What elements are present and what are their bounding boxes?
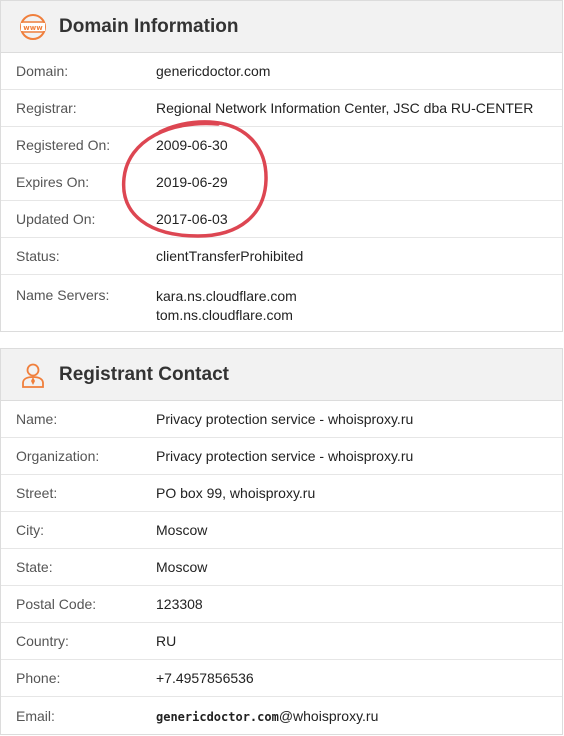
expires-on-value: 2019-06-29 bbox=[156, 174, 228, 190]
row-label: Organization: bbox=[16, 448, 100, 464]
domain-info-header: www Domain Information bbox=[1, 1, 562, 53]
row-registered-on: Registered On: 2009-06-30 bbox=[1, 127, 562, 164]
row-label: Name: bbox=[16, 411, 58, 427]
postal-code-value: 123308 bbox=[156, 596, 203, 612]
updated-on-value: 2017-06-03 bbox=[156, 211, 228, 227]
registrar-value: Regional Network Information Center, JSC… bbox=[156, 100, 534, 116]
phone-value: +7.4957856536 bbox=[156, 670, 254, 686]
row-label: Status: bbox=[16, 248, 60, 264]
www-globe-icon: www bbox=[19, 13, 47, 41]
domain-info-panel: www Domain Information Domain: genericdo… bbox=[0, 0, 563, 332]
street-value: PO box 99, whoisproxy.ru bbox=[156, 485, 316, 501]
row-status: Status: clientTransferProhibited bbox=[1, 238, 562, 275]
row-label: Country: bbox=[16, 633, 69, 649]
domain-info-rows: Domain: genericdoctor.com Registrar: Reg… bbox=[1, 53, 562, 331]
status-value: clientTransferProhibited bbox=[156, 248, 304, 264]
name-value: Privacy protection service - whoisproxy.… bbox=[156, 411, 414, 427]
row-label: Expires On: bbox=[16, 174, 90, 190]
row-country: Country: RU bbox=[1, 623, 562, 660]
row-label: Email: bbox=[16, 707, 55, 724]
row-label: Street: bbox=[16, 485, 58, 501]
person-icon bbox=[19, 361, 47, 389]
country-value: RU bbox=[156, 633, 177, 649]
row-label: City: bbox=[16, 522, 44, 538]
registrant-title: Registrant Contact bbox=[59, 363, 229, 385]
domain-value: genericdoctor.com bbox=[156, 63, 271, 79]
row-street: Street: PO box 99, whoisproxy.ru bbox=[1, 475, 562, 512]
row-label: Updated On: bbox=[16, 211, 96, 227]
name-server-item: kara.ns.cloudflare.com bbox=[156, 288, 297, 304]
row-label: Postal Code: bbox=[16, 596, 97, 612]
email-value: genericdoctor.com@whoisproxy.ru bbox=[156, 708, 378, 724]
name-servers-value: kara.ns.cloudflare.com tom.ns.cloudflare… bbox=[156, 287, 297, 325]
svg-text:www: www bbox=[23, 24, 43, 32]
row-name-servers: Name Servers: kara.ns.cloudflare.com tom… bbox=[1, 275, 562, 331]
registrant-panel: Registrant Contact Name: Privacy protect… bbox=[0, 348, 563, 735]
row-city: City: Moscow bbox=[1, 512, 562, 549]
row-registrar: Registrar: Regional Network Information … bbox=[1, 90, 562, 127]
row-updated-on: Updated On: 2017-06-03 bbox=[1, 201, 562, 238]
row-postal-code: Postal Code: 123308 bbox=[1, 586, 562, 623]
row-expires-on: Expires On: 2019-06-29 bbox=[1, 164, 562, 201]
row-email: Email: genericdoctor.com@whoisproxy.ru bbox=[1, 697, 562, 734]
row-label: Name Servers: bbox=[16, 287, 110, 303]
row-phone: Phone: +7.4957856536 bbox=[1, 660, 562, 697]
organization-value: Privacy protection service - whoisproxy.… bbox=[156, 448, 414, 464]
row-label: Domain: bbox=[16, 63, 69, 79]
email-user: genericdoctor.com bbox=[156, 709, 279, 724]
registrant-rows: Name: Privacy protection service - whois… bbox=[1, 401, 562, 734]
row-organization: Organization: Privacy protection service… bbox=[1, 438, 562, 475]
registered-on-value: 2009-06-30 bbox=[156, 137, 228, 153]
row-state: State: Moscow bbox=[1, 549, 562, 586]
row-label: Registered On: bbox=[16, 137, 111, 153]
domain-info-title: Domain Information bbox=[59, 15, 239, 37]
registrant-header: Registrant Contact bbox=[1, 349, 562, 401]
row-label: Phone: bbox=[16, 670, 61, 686]
row-label: State: bbox=[16, 559, 53, 575]
city-value: Moscow bbox=[156, 522, 208, 538]
row-domain: Domain: genericdoctor.com bbox=[1, 53, 562, 90]
row-label: Registrar: bbox=[16, 100, 77, 116]
email-domain: @whoisproxy.ru bbox=[278, 707, 379, 724]
state-value: Moscow bbox=[156, 559, 208, 575]
name-server-item: tom.ns.cloudflare.com bbox=[156, 307, 293, 323]
row-name: Name: Privacy protection service - whois… bbox=[1, 401, 562, 438]
